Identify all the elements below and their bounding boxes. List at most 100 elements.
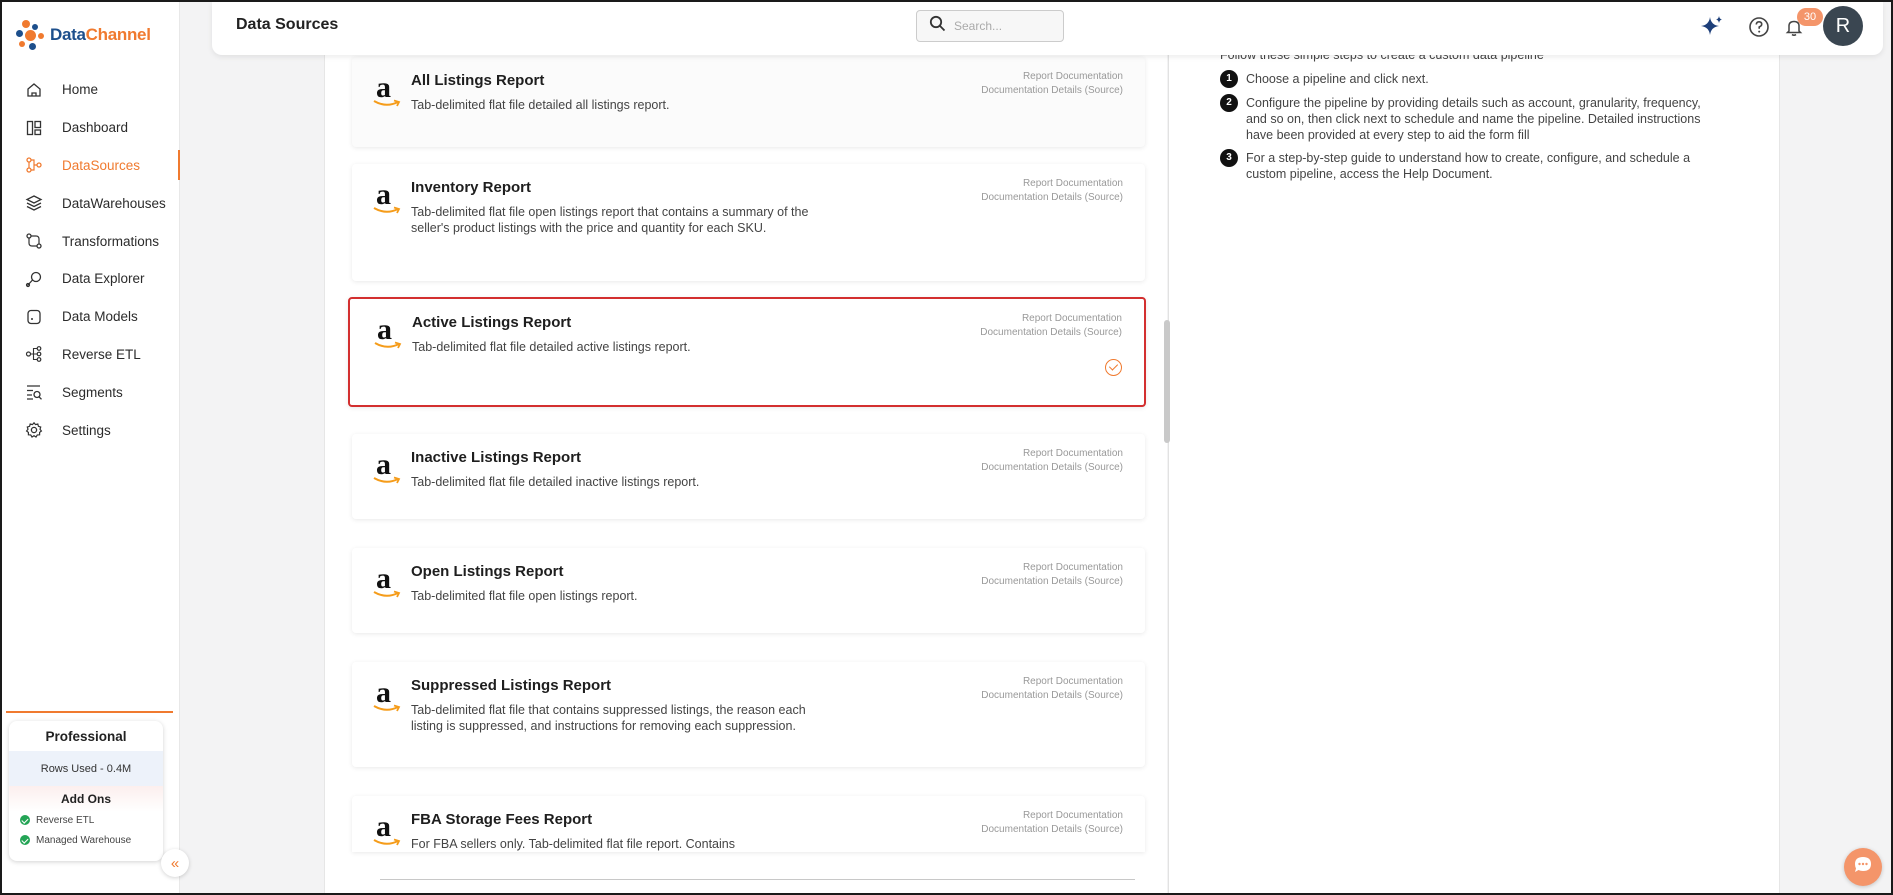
report-description: Tab-delimited flat file open listings re… <box>411 205 809 235</box>
doc-links: Report Documentation Documentation Detai… <box>981 177 1123 205</box>
help-icon[interactable] <box>1746 14 1772 40</box>
step-number: 3 <box>1220 149 1238 167</box>
report-title: FBA Storage Fees Report <box>411 811 593 828</box>
plan-name: Professional <box>45 728 127 744</box>
report-documentation-link[interactable]: Report Documentation <box>981 675 1123 689</box>
documentation-details-link[interactable]: Documentation Details (Source) <box>981 575 1123 589</box>
report-description: Tab-delimited flat file detailed inactiv… <box>411 475 700 489</box>
documentation-details-link[interactable]: Documentation Details (Source) <box>981 461 1123 475</box>
addon-item: Reverse ETL <box>9 810 163 830</box>
documentation-details-link[interactable]: Documentation Details (Source) <box>980 326 1122 340</box>
documentation-details-link[interactable]: Documentation Details (Source) <box>981 689 1123 703</box>
ai-sparkle-icon[interactable] <box>1699 14 1725 40</box>
sidebar-item-datawarehouses[interactable]: DataWarehouses <box>2 184 180 222</box>
sidebar-item-label: Data Explorer <box>62 271 145 287</box>
notification-badge: 30 <box>1797 8 1823 26</box>
sidebar-item-reverse-etl[interactable]: Reverse ETL <box>2 336 180 374</box>
logo-mark-icon <box>14 18 46 52</box>
doc-links: Report Documentation Documentation Detai… <box>981 561 1123 589</box>
report-card-open-listings[interactable]: a Open Listings Report Tab-delimited fla… <box>352 548 1145 633</box>
doc-links: Report Documentation Documentation Detai… <box>981 809 1123 837</box>
report-card-suppressed-listings[interactable]: a Suppressed Listings Report Tab-delimit… <box>352 662 1145 767</box>
report-documentation-link[interactable]: Report Documentation <box>981 177 1123 191</box>
sidebar-item-label: DataWarehouses <box>62 195 166 211</box>
pipeline-guide: Follow these simple steps to create a cu… <box>1220 48 1720 189</box>
amazon-logo-icon: a <box>372 71 402 111</box>
check-circle-icon <box>20 815 30 825</box>
list-scrollbar[interactable] <box>1164 320 1170 443</box>
addons-title: Add Ons <box>61 792 111 806</box>
gear-icon <box>24 420 44 440</box>
sidebar-item-label: Settings <box>62 422 111 438</box>
report-title: All Listings Report <box>411 72 545 89</box>
report-card-inactive-listings[interactable]: a Inactive Listings Report Tab-delimited… <box>352 434 1145 519</box>
plan-card: Professional Rows Used - 0.4M Add Ons Re… <box>9 721 163 861</box>
sidebar-item-data-explorer[interactable]: Data Explorer <box>2 260 180 298</box>
amazon-logo-icon: a <box>372 676 402 716</box>
sidebar-item-dashboard[interactable]: Dashboard <box>2 109 180 147</box>
doc-links: Report Documentation Documentation Detai… <box>981 70 1123 98</box>
sidebar-item-data-models[interactable]: Data Models <box>2 298 180 336</box>
sidebar-item-label: Segments <box>62 384 123 400</box>
sidebar-item-label: Transformations <box>62 233 160 249</box>
sidebar: DataChannel Home Dashboard DataSources D… <box>2 2 180 893</box>
datasources-icon <box>24 155 44 175</box>
amazon-logo-icon: a <box>372 562 402 602</box>
documentation-details-link[interactable]: Documentation Details (Source) <box>981 823 1123 837</box>
report-description: For FBA sellers only. Tab-delimited flat… <box>411 837 735 851</box>
layers-icon <box>24 193 44 213</box>
chat-button[interactable] <box>1844 848 1882 886</box>
sidebar-item-segments[interactable]: Segments <box>2 373 180 411</box>
report-description: Tab-delimited flat file detailed active … <box>412 340 691 354</box>
report-title: Inactive Listings Report <box>411 449 582 466</box>
report-card-fba-storage-fees[interactable]: a FBA Storage Fees Report For FBA seller… <box>352 796 1145 852</box>
search-box[interactable] <box>916 10 1064 42</box>
guide-step: 3 For a step-by-step guide to understand… <box>1220 149 1720 182</box>
top-header: Data Sources 30 R <box>212 2 1883 55</box>
step-number: 2 <box>1220 94 1238 112</box>
selected-check-icon <box>1105 359 1122 376</box>
guide-step: 1 Choose a pipeline and click next. <box>1220 70 1720 88</box>
sidebar-nav: Home Dashboard DataSources DataWarehouse… <box>2 71 180 449</box>
sidebar-item-label: Data Models <box>62 309 138 325</box>
report-card-all-listings[interactable]: a All Listings Report Tab-delimited flat… <box>352 57 1145 147</box>
network-icon <box>24 344 44 364</box>
step-number: 1 <box>1220 70 1238 88</box>
sidebar-item-home[interactable]: Home <box>2 71 180 109</box>
report-title: Suppressed Listings Report <box>411 677 612 694</box>
doc-links: Report Documentation Documentation Detai… <box>980 312 1122 340</box>
sidebar-item-transformations[interactable]: Transformations <box>2 222 180 260</box>
sidebar-item-label: Dashboard <box>62 120 129 136</box>
collapse-sidebar-button[interactable]: « <box>161 849 189 877</box>
report-documentation-link[interactable]: Report Documentation <box>980 312 1122 326</box>
report-card-inventory[interactable]: a Inventory Report Tab-delimited flat fi… <box>352 164 1145 281</box>
double-chevron-left-icon: « <box>170 854 180 872</box>
search-input[interactable] <box>954 19 1054 33</box>
report-documentation-link[interactable]: Report Documentation <box>981 447 1123 461</box>
datachannel-logo[interactable]: DataChannel <box>14 18 151 52</box>
user-avatar[interactable]: R <box>1823 6 1863 46</box>
sidebar-item-settings[interactable]: Settings <box>2 411 180 449</box>
documentation-details-link[interactable]: Documentation Details (Source) <box>981 84 1123 98</box>
page-title: Data Sources <box>236 16 339 33</box>
amazon-logo-icon: a <box>373 313 403 353</box>
report-title: Active Listings Report <box>412 314 572 331</box>
report-card-active-listings[interactable]: a Active Listings Report Tab-delimited f… <box>348 297 1146 407</box>
chat-bubble-icon <box>1852 854 1874 881</box>
search-icon <box>929 15 946 37</box>
guide-step: 2 Configure the pipeline by providing de… <box>1220 94 1720 143</box>
step-text: For a step-by-step guide to understand h… <box>1246 151 1691 181</box>
rows-used: Rows Used - 0.4M <box>9 751 163 786</box>
sidebar-item-datasources[interactable]: DataSources <box>2 147 180 185</box>
addon-label: Managed Warehouse <box>36 834 132 846</box>
report-title: Open Listings Report <box>411 563 564 580</box>
report-documentation-link[interactable]: Report Documentation <box>981 809 1123 823</box>
doc-links: Report Documentation Documentation Detai… <box>981 675 1123 703</box>
report-title: Inventory Report <box>411 179 532 196</box>
documentation-details-link[interactable]: Documentation Details (Source) <box>981 191 1123 205</box>
addons-section: Add Ons Reverse ETL Managed Warehouse <box>9 786 163 850</box>
report-documentation-link[interactable]: Report Documentation <box>981 561 1123 575</box>
sidebar-item-label: Home <box>62 82 99 98</box>
database-icon <box>24 307 44 327</box>
report-documentation-link[interactable]: Report Documentation <box>981 70 1123 84</box>
